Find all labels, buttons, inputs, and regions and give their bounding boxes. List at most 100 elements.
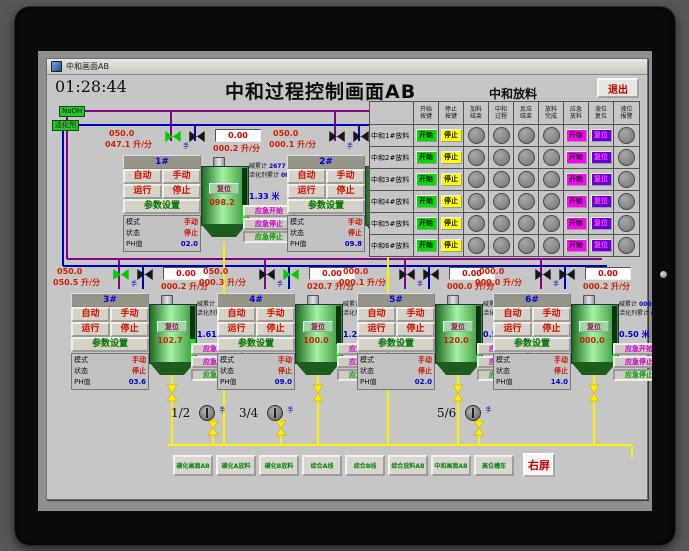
emergency-stop-indicator[interactable]: 应急停止 (613, 369, 652, 381)
params-button[interactable]: 参数设置 (357, 337, 435, 352)
valve-icon[interactable] (259, 269, 275, 280)
params-button[interactable]: 参数设置 (123, 199, 201, 214)
manual-button[interactable]: 手动 (110, 307, 149, 322)
row-stop-button[interactable]: 停止 (440, 129, 462, 142)
row-start-button[interactable]: 开始 (415, 217, 437, 230)
tank-reset-button[interactable]: 复位 (443, 321, 473, 332)
tank-cone (295, 362, 341, 375)
tank-id: 5# (357, 293, 435, 307)
row-emergency-button[interactable]: 开始 (565, 217, 587, 230)
manual-button[interactable]: 手动 (396, 307, 435, 322)
mode-value: 手动 (348, 218, 362, 226)
auto-button[interactable]: 自动 (357, 307, 396, 322)
valve-icon[interactable] (399, 269, 415, 280)
params-button[interactable]: 参数设置 (217, 337, 295, 352)
run-button[interactable]: 运行 (287, 184, 326, 199)
stop-button[interactable]: 停止 (532, 322, 571, 337)
row-reset-button[interactable]: 复位 (590, 239, 612, 252)
tank-reset-button[interactable]: 复位 (579, 321, 609, 332)
nav-button[interactable]: 综合放料AB (388, 454, 428, 476)
row-reset-button[interactable]: 复位 (590, 129, 612, 142)
row-start-button[interactable]: 开始 (415, 239, 437, 252)
tank-reset-button[interactable]: 复位 (157, 321, 187, 332)
manual-button[interactable]: 手动 (162, 169, 201, 184)
row-emergency-button[interactable]: 开始 (565, 195, 587, 208)
stop-button[interactable]: 停止 (110, 322, 149, 337)
row-start-button[interactable]: 开始 (415, 195, 437, 208)
emergency-start-button[interactable]: 应急开始 (613, 343, 652, 355)
row-stop-button[interactable]: 停止 (440, 151, 462, 164)
nav-button[interactable]: 中和画面AB (431, 454, 471, 476)
emergency-stop-button[interactable]: 应急停止 (613, 356, 652, 368)
row-stop-button[interactable]: 停止 (440, 195, 462, 208)
run-button[interactable]: 运行 (123, 184, 162, 199)
window-titlebar[interactable]: 中和画面AB (47, 59, 647, 75)
tank-reset-button[interactable]: 复位 (303, 321, 333, 332)
valve-icon[interactable] (165, 131, 181, 142)
row-stop-button[interactable]: 停止 (440, 239, 462, 252)
emergency-buttons: 应急开始 应急停止 应急停止 (613, 343, 652, 381)
row-start-button[interactable]: 开始 (415, 151, 437, 164)
row-emergency-button[interactable]: 开始 (565, 151, 587, 164)
row-emergency-button[interactable]: 开始 (565, 173, 587, 186)
nav-button[interactable]: 磺化A放料 (216, 454, 256, 476)
row-emergency-button[interactable]: 开始 (565, 239, 587, 252)
right-screen-button[interactable]: 右屏 (523, 453, 555, 477)
nav-button[interactable]: 综合B线 (345, 454, 385, 476)
row-reset-button[interactable]: 复位 (590, 195, 612, 208)
nav-button[interactable]: 磺化画面AB (173, 454, 213, 476)
valve-icon[interactable] (535, 269, 551, 280)
ph-value: 14.0 (550, 378, 568, 386)
pump-icon[interactable] (465, 405, 482, 421)
nav-button[interactable]: 磺化B放料 (259, 454, 299, 476)
row-emergency-button[interactable]: 开始 (565, 129, 587, 142)
manual-button[interactable]: 手动 (256, 307, 295, 322)
auto-button[interactable]: 自动 (71, 307, 110, 322)
row-reset-button[interactable]: 复位 (590, 151, 612, 164)
row-stop-button[interactable]: 停止 (440, 173, 462, 186)
valve-icon[interactable] (189, 131, 205, 142)
tank-reset-button[interactable]: 复位 (209, 183, 239, 194)
row-start-button[interactable]: 开始 (415, 173, 437, 186)
auto-button[interactable]: 自动 (287, 169, 326, 184)
row-reset-button[interactable]: 复位 (590, 173, 612, 186)
nav-button[interactable]: 综合A线 (302, 454, 342, 476)
valve-icon[interactable] (559, 269, 575, 280)
nav-button[interactable]: 高位槽车 (474, 454, 514, 476)
auto-button[interactable]: 自动 (493, 307, 532, 322)
table-column-header: 停止按键 (439, 102, 464, 124)
auto-button[interactable]: 自动 (123, 169, 162, 184)
run-button[interactable]: 运行 (493, 322, 532, 337)
valve-icon[interactable] (353, 131, 369, 142)
params-button[interactable]: 参数设置 (71, 337, 149, 352)
manual-button[interactable]: 手动 (326, 169, 365, 184)
row-reset-button[interactable]: 复位 (590, 217, 612, 230)
stop-button[interactable]: 停止 (162, 184, 201, 199)
manual-mark: 手 (277, 281, 284, 288)
pump-icon[interactable] (267, 405, 284, 421)
auto-button[interactable]: 自动 (217, 307, 256, 322)
display-flow-value: 000.2 (161, 282, 187, 291)
valve-icon[interactable] (137, 269, 153, 280)
valve-icon[interactable] (113, 269, 129, 280)
manual-button[interactable]: 手动 (532, 307, 571, 322)
mode-label: 模式 (290, 218, 304, 226)
valve-icon[interactable] (423, 269, 439, 280)
stop-button[interactable]: 停止 (326, 184, 365, 199)
stop-button[interactable]: 停止 (256, 322, 295, 337)
params-button[interactable]: 参数设置 (287, 199, 365, 214)
pump-icon[interactable] (199, 405, 216, 421)
stop-button[interactable]: 停止 (396, 322, 435, 337)
flow-value: 000.1 (269, 140, 295, 149)
row-stop-button[interactable]: 停止 (440, 217, 462, 230)
reaction-done-lamp (517, 127, 535, 144)
valve-icon[interactable] (329, 131, 345, 142)
row-start-button[interactable]: 开始 (415, 129, 437, 142)
valve-icon[interactable] (283, 269, 299, 280)
params-button[interactable]: 参数设置 (493, 337, 571, 352)
exit-button[interactable]: 退出 (597, 78, 639, 98)
run-button[interactable]: 运行 (217, 322, 256, 337)
pump-unit: 5/6 手 (437, 405, 491, 421)
run-button[interactable]: 运行 (71, 322, 110, 337)
run-button[interactable]: 运行 (357, 322, 396, 337)
